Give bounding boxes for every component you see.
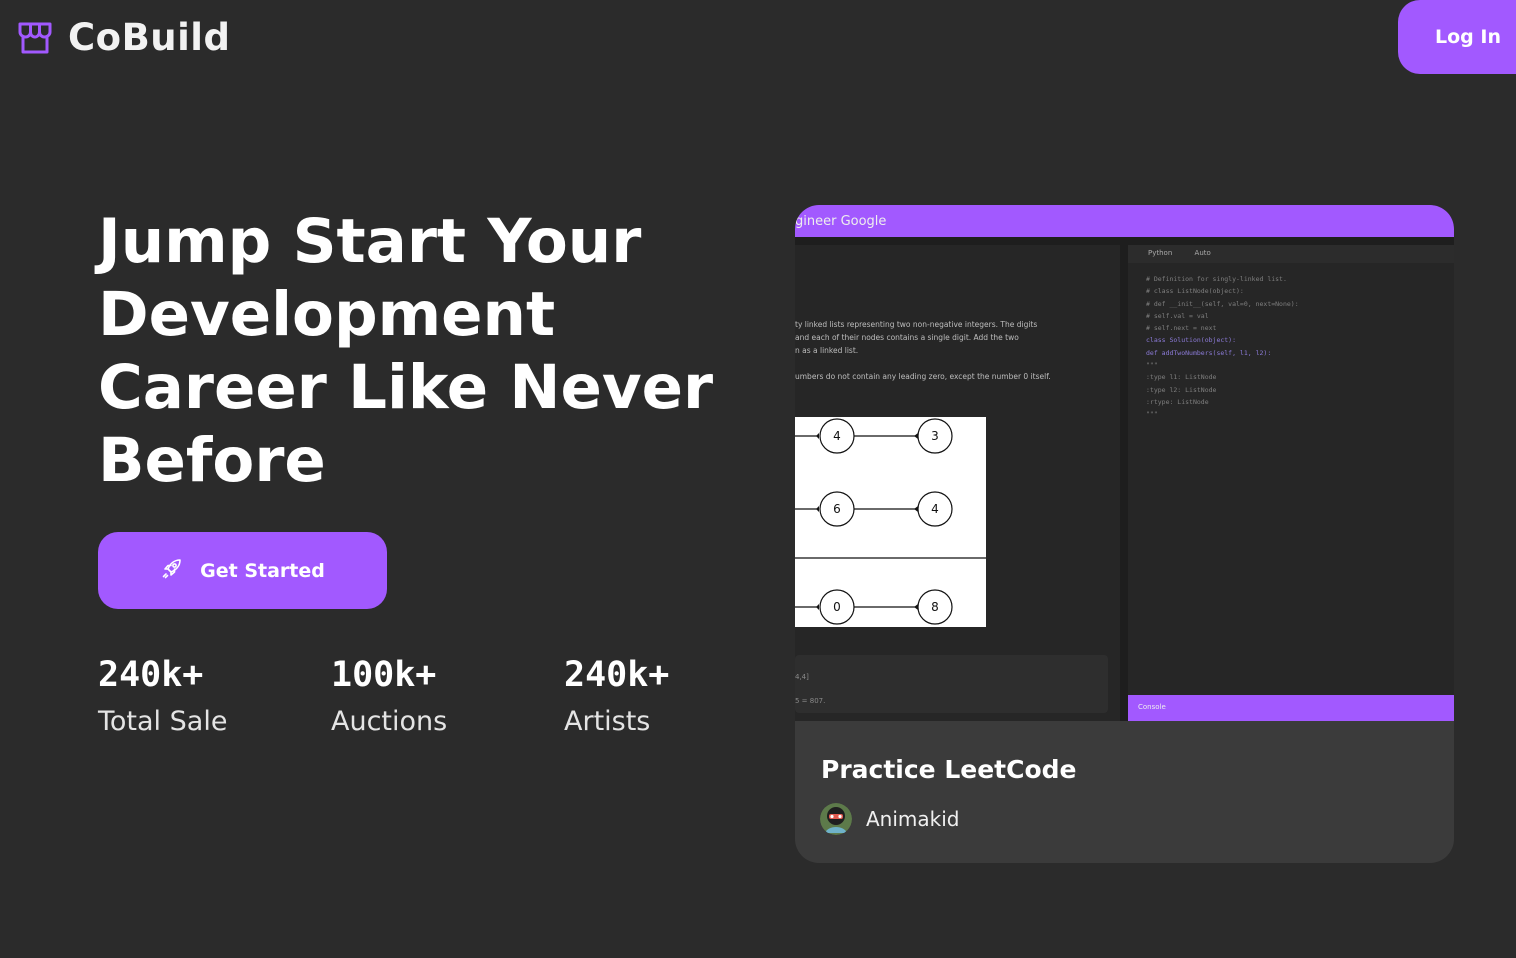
problem-line: n as a linked list.: [795, 346, 859, 355]
node-value: 6: [833, 502, 841, 516]
login-button[interactable]: Log In: [1398, 0, 1516, 74]
code-line: """: [1146, 361, 1158, 370]
stat-label: Total Sale: [98, 706, 228, 737]
node-value: 4: [931, 502, 939, 516]
stat-total-sale: 240k+ Total Sale: [98, 652, 331, 746]
stat-artists: 240k+ Artists: [564, 652, 669, 746]
code-line: """: [1146, 410, 1158, 419]
node-value: 3: [931, 429, 939, 443]
console-label: Console: [1138, 703, 1166, 711]
problem-panel: ty linked lists representing two non-neg…: [795, 245, 1120, 721]
code-line: # def __init__(self, val=0, next=None):: [1146, 299, 1299, 308]
problem-line: umbers do not contain any leading zero, …: [795, 372, 1051, 381]
screenshot-tab-title: gineer Google: [795, 214, 887, 229]
screenshot-title-bar: gineer Google: [795, 205, 1454, 237]
code-line: class Solution(object):: [1146, 336, 1237, 345]
code-line: # self.val = val: [1146, 311, 1209, 320]
stats: 240k+ Total Sale 100k+ Auctions 240k+ Ar…: [98, 652, 669, 746]
mode-label: Auto: [1194, 249, 1211, 257]
language-select: Python: [1148, 249, 1173, 257]
node-value: 8: [931, 600, 939, 614]
problem-description: ty linked lists representing two non-neg…: [795, 318, 1055, 383]
stat-value: 100k+: [331, 655, 437, 695]
stat-label: Auctions: [331, 706, 448, 737]
rocket-icon: [160, 556, 184, 585]
hero-title: Jump Start Your Development Career Like …: [98, 206, 714, 496]
stat-label: Artists: [564, 706, 651, 737]
node-value: 4: [833, 429, 841, 443]
code-line: :type l1: ListNode: [1146, 373, 1217, 382]
console-bar: Console: [1128, 695, 1454, 721]
code-line: # Definition for singly-linked list.: [1146, 275, 1287, 283]
code-line: :type l2: ListNode: [1146, 385, 1217, 394]
code-editor: # Definition for singly-linked list. # c…: [1146, 273, 1299, 421]
code-toolbar: Python Auto: [1128, 245, 1454, 263]
linked-list-diagram: 4 3 6 4 0 8: [795, 417, 986, 627]
get-started-label: Get Started: [200, 559, 325, 582]
example-io: 4,4] 5 = 807.: [795, 655, 1108, 713]
code-line: # self.next = next: [1146, 324, 1217, 333]
code-panel: Python Auto # Definition for singly-link…: [1128, 245, 1454, 721]
avatar: [820, 803, 852, 835]
card-screenshot: gineer Google ty linked lists representi…: [795, 205, 1454, 721]
problem-line: and each of their nodes contains a singl…: [795, 333, 1019, 342]
stat-value: 240k+: [98, 655, 204, 695]
stat-auctions: 100k+ Auctions: [331, 652, 564, 746]
code-line: :rtype: ListNode: [1146, 397, 1209, 406]
brand[interactable]: CoBuild: [16, 16, 230, 59]
node-value: 0: [833, 600, 841, 614]
author[interactable]: Animakid: [820, 803, 960, 835]
featured-card[interactable]: gineer Google ty linked lists representi…: [795, 205, 1454, 863]
author-name: Animakid: [866, 807, 960, 831]
code-line: # class ListNode(object):: [1146, 287, 1244, 296]
io-line: 5 = 807.: [795, 697, 826, 705]
code-line: def addTwoNumbers(self, l1, l2):: [1146, 348, 1272, 357]
card-title: Practice LeetCode: [821, 755, 1077, 784]
get-started-button[interactable]: Get Started: [98, 532, 387, 609]
storefront-icon: [16, 19, 54, 57]
brand-name: CoBuild: [68, 16, 231, 59]
stat-value: 240k+: [564, 655, 670, 695]
problem-line: ty linked lists representing two non-neg…: [795, 320, 1038, 329]
io-line: 4,4]: [795, 673, 809, 681]
